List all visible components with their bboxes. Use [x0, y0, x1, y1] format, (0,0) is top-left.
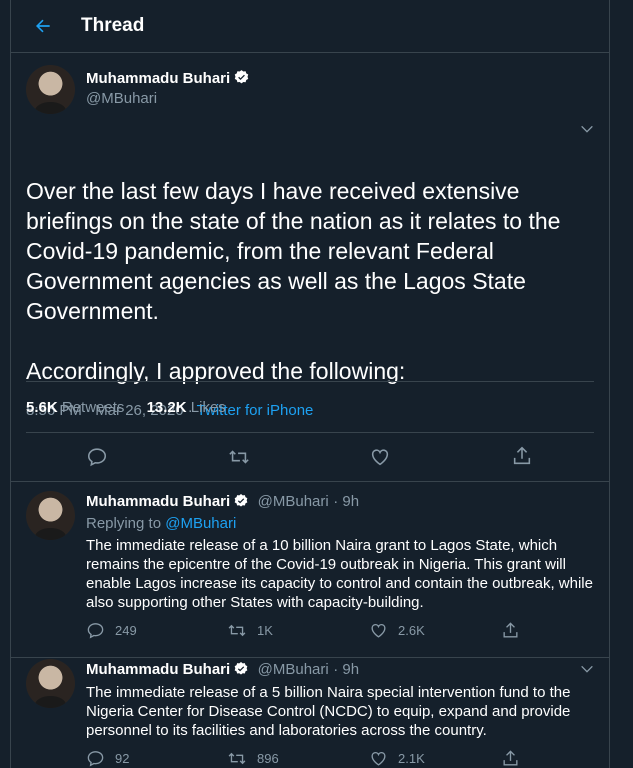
reply-tweet[interactable]: Muhammadu Buhari @MBuhari · 9h The immed… — [11, 657, 609, 768]
back-button[interactable] — [13, 16, 73, 36]
arrow-left-icon — [33, 16, 53, 36]
share-button[interactable] — [501, 621, 520, 640]
chevron-down-icon[interactable] — [579, 121, 595, 137]
author-handle[interactable]: @MBuhari — [258, 493, 329, 510]
author-name[interactable]: Muhammadu Buhari — [86, 661, 230, 678]
reply-text: The immediate release of a 5 billion Nai… — [86, 684, 571, 739]
reply-button[interactable]: 249 — [86, 621, 137, 640]
reply-tweet[interactable]: Muhammadu Buhari @MBuhari · 9h Replying … — [11, 481, 609, 657]
divider — [26, 381, 594, 382]
retweet-count: 896 — [257, 751, 279, 766]
reply-count: 249 — [115, 623, 137, 638]
likes-stat[interactable]: 13.2K Likes — [147, 399, 226, 416]
tweet-timestamp[interactable]: · 9h — [333, 661, 359, 678]
verified-badge-icon — [233, 661, 249, 677]
avatar[interactable] — [26, 491, 75, 540]
verified-badge-icon — [233, 493, 249, 509]
author-name[interactable]: Muhammadu Buhari — [86, 70, 230, 87]
tweet-stats: 5.6K Retweets 13.2K Likes — [26, 399, 226, 416]
retweet-button[interactable]: 896 — [227, 749, 279, 768]
retweet-icon — [227, 621, 247, 640]
avatar[interactable] — [26, 659, 75, 708]
share-button[interactable] — [511, 445, 533, 467]
heart-icon — [369, 621, 388, 640]
author-name[interactable]: Muhammadu Buhari — [86, 493, 230, 510]
heart-icon — [369, 446, 391, 468]
reply-button[interactable]: 92 — [86, 749, 129, 768]
reply-button[interactable] — [86, 446, 108, 468]
author-handle[interactable]: @MBuhari — [258, 661, 329, 678]
tweet-timestamp[interactable]: · 9h — [333, 493, 359, 510]
retweet-icon — [227, 446, 251, 468]
share-icon — [501, 749, 520, 768]
replying-to-link[interactable]: @MBuhari — [165, 515, 236, 532]
reply-count: 92 — [115, 751, 130, 766]
like-count: 2.6K — [398, 623, 425, 638]
like-button[interactable]: 2.1K — [369, 749, 425, 768]
divider — [26, 432, 594, 433]
share-icon — [501, 621, 520, 640]
verified-badge-icon — [233, 69, 250, 86]
retweet-button[interactable] — [227, 446, 251, 468]
retweets-stat[interactable]: 5.6K Retweets — [26, 399, 124, 416]
heart-icon — [369, 749, 388, 768]
reply-text: The immediate release of a 10 billion Na… — [86, 537, 593, 611]
replying-to: Replying to @MBuhari — [86, 515, 237, 532]
reply-icon — [86, 446, 108, 468]
retweet-count: 1K — [257, 623, 273, 638]
main-tweet: Muhammadu Buhari @MBuhari Over the last … — [11, 53, 609, 491]
thread-header: Thread — [11, 0, 609, 53]
avatar[interactable] — [26, 65, 75, 114]
reply-icon — [86, 621, 105, 640]
chevron-down-icon[interactable] — [579, 661, 595, 677]
share-button[interactable] — [501, 749, 520, 768]
tweet-text: Over the last few days I have received e… — [26, 178, 561, 384]
retweet-icon — [227, 749, 247, 768]
reply-icon — [86, 749, 105, 768]
page-title: Thread — [81, 15, 145, 36]
share-icon — [511, 445, 533, 467]
author-handle[interactable]: @MBuhari — [86, 90, 250, 107]
like-button[interactable] — [369, 446, 391, 468]
thread-panel: Thread Muhammadu Buhari @MBuhari Over th… — [10, 0, 610, 768]
like-button[interactable]: 2.6K — [369, 621, 425, 640]
retweet-button[interactable]: 1K — [227, 621, 273, 640]
like-count: 2.1K — [398, 751, 425, 766]
